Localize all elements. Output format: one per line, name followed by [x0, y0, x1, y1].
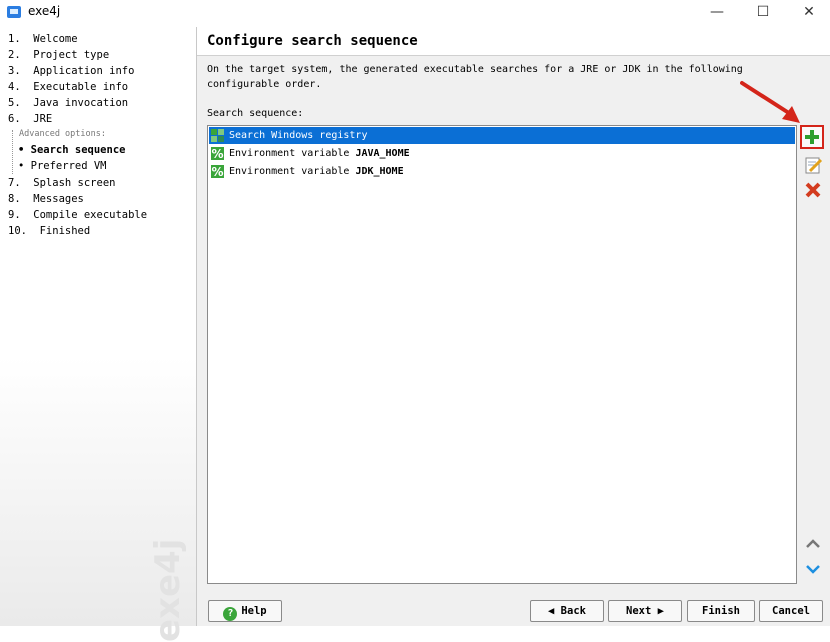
maximize-button[interactable]: ☐ [740, 0, 786, 26]
wizard-step-sidebar: 1. Welcome 2. Project type 3. Applicatio… [0, 27, 197, 642]
step-java-invocation[interactable]: 5. Java invocation [8, 97, 128, 109]
search-sequence-list[interactable]: Search Windows registry % Environment va… [207, 125, 797, 584]
step-compile-executable[interactable]: 9. Compile executable [8, 209, 147, 221]
next-button[interactable]: Next ▶ [608, 600, 682, 622]
app-icon [7, 6, 21, 18]
tree-connector [12, 130, 13, 174]
registry-icon [211, 129, 224, 142]
chevron-down-icon [806, 565, 820, 574]
remove-icon [805, 182, 821, 198]
list-item[interactable]: Search Windows registry [209, 127, 795, 144]
page-description: On the target system, the generated exec… [207, 64, 743, 90]
advanced-options-label: Advanced options: [19, 129, 106, 139]
svg-text:%: % [211, 147, 223, 160]
step-welcome[interactable]: 1. Welcome [8, 33, 78, 45]
next-arrow-icon: ▶ [651, 605, 664, 617]
percent-icon: % [211, 165, 224, 178]
page-title: Configure search sequence [207, 33, 418, 49]
step-executable-info[interactable]: 4. Executable info [8, 81, 128, 93]
svg-text:%: % [211, 165, 223, 178]
step-application-info[interactable]: 3. Application info [8, 65, 134, 77]
help-icon: ? [223, 607, 238, 621]
page-header: Configure search sequence [197, 27, 830, 56]
step-search-sequence[interactable]: • Search sequence [18, 144, 125, 156]
chevron-up-icon [806, 539, 820, 548]
edit-entry-button[interactable] [802, 154, 824, 176]
main-panel: Configure search sequence On the target … [197, 27, 830, 626]
add-entry-button[interactable] [800, 125, 824, 149]
minimize-button[interactable]: — [694, 0, 740, 26]
list-item[interactable]: % Environment variable JDK_HOME [209, 163, 795, 180]
back-button[interactable]: ◀ Back [530, 600, 604, 622]
exe4j-watermark-logo: exe4j [148, 538, 188, 642]
move-up-button[interactable] [802, 533, 824, 555]
step-preferred-vm[interactable]: • Preferred VM [18, 160, 107, 172]
window-title: exe4j [28, 4, 61, 18]
title-bar: exe4j — ☐ ✕ [0, 0, 830, 26]
step-jre[interactable]: 6. JRE [8, 113, 52, 125]
search-sequence-label: Search sequence: [207, 108, 304, 119]
step-messages[interactable]: 8. Messages [8, 193, 84, 205]
annotation-arrow-icon [740, 81, 800, 123]
cancel-button[interactable]: Cancel [759, 600, 823, 622]
step-finished[interactable]: 10. Finished [8, 225, 90, 237]
move-down-button[interactable] [802, 558, 824, 580]
step-splash-screen[interactable]: 7. Splash screen [8, 177, 115, 189]
percent-icon: % [211, 147, 224, 160]
plus-icon [805, 130, 819, 144]
edit-icon [805, 157, 823, 174]
step-project-type[interactable]: 2. Project type [8, 49, 109, 61]
finish-button[interactable]: Finish [687, 600, 755, 622]
help-button[interactable]: ? Help [208, 600, 282, 622]
list-item[interactable]: % Environment variable JAVA_HOME [209, 145, 795, 162]
close-button[interactable]: ✕ [786, 0, 830, 26]
back-arrow-icon: ◀ [548, 605, 561, 617]
remove-entry-button[interactable] [802, 179, 824, 201]
